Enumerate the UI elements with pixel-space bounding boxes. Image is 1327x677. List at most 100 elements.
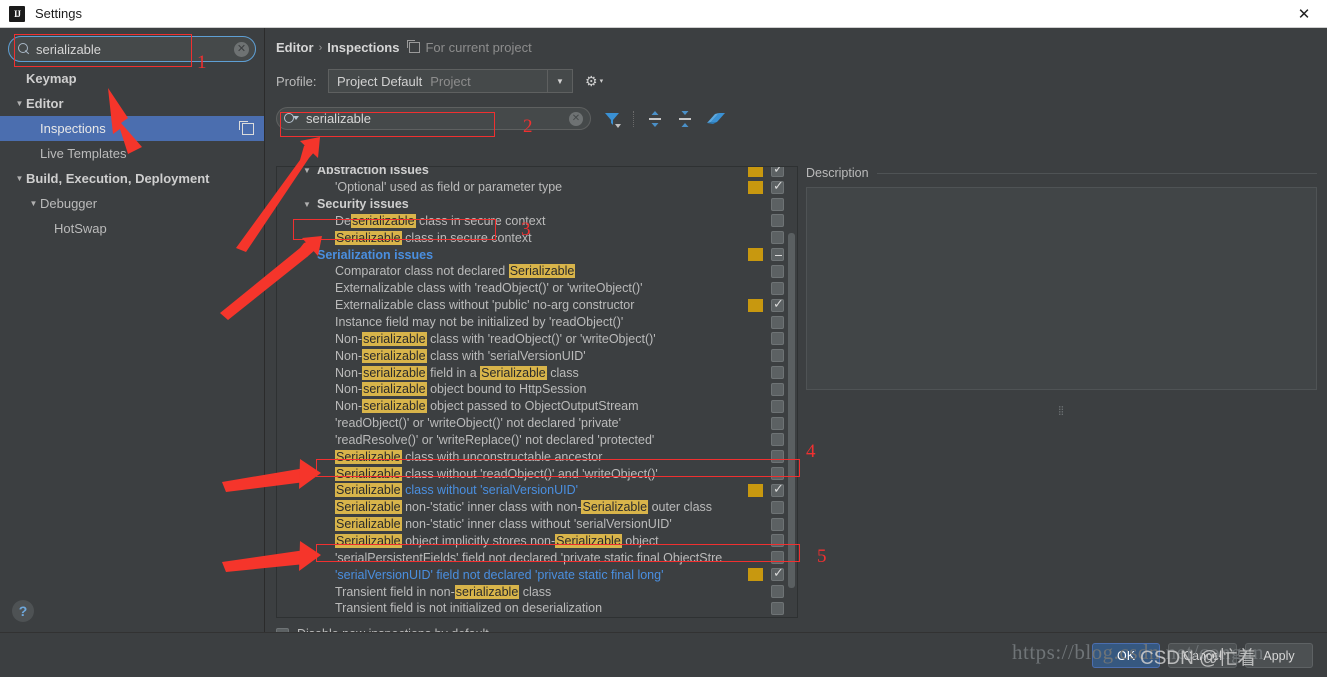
inspection-row[interactable]: Serializable class with unconstructable … [277, 448, 797, 465]
inspection-row[interactable]: Serializable non-'static' inner class wi… [277, 499, 797, 516]
inspection-enabled-checkbox[interactable] [771, 349, 784, 363]
inspection-enabled-checkbox[interactable] [771, 248, 784, 262]
inspection-enabled-checkbox[interactable] [771, 264, 784, 278]
inspection-enabled-checkbox[interactable] [771, 332, 784, 346]
inspection-row[interactable]: Deserializable class in secure context [277, 213, 797, 230]
inspection-enabled-checkbox[interactable] [771, 565, 784, 582]
toolbar-divider [633, 110, 634, 127]
inspection-list-scrollbar[interactable] [788, 233, 795, 588]
inspection-group-row[interactable]: ▼ Serialization issues [277, 246, 797, 263]
inspection-row[interactable]: Externalizable class with 'readObject()'… [277, 280, 797, 297]
inspection-enabled-checkbox[interactable] [771, 551, 784, 565]
chevron-down-icon[interactable]: ▼ [13, 99, 26, 108]
inspection-row[interactable]: Serializable class in secure context [277, 229, 797, 246]
profile-select[interactable]: Project Default Project ▼ [328, 69, 573, 93]
inspection-search-box[interactable]: ✕ [276, 107, 591, 130]
inspection-row[interactable]: Serializable non-'static' inner class wi… [277, 516, 797, 533]
inspection-row[interactable]: Instance field may not be initialized by… [277, 314, 797, 331]
chevron-down-icon[interactable]: ▼ [303, 250, 311, 259]
inspection-enabled-checkbox[interactable] [771, 366, 784, 380]
inspection-enabled-checkbox[interactable] [771, 467, 784, 481]
chevron-down-icon[interactable]: ▼ [303, 200, 311, 209]
inspection-row[interactable]: Serializable object implicitly stores no… [277, 533, 797, 550]
sidebar-item-keymap[interactable]: Keymap [0, 66, 264, 91]
chevron-down-icon[interactable]: ▼ [547, 70, 572, 92]
inspection-enabled-checkbox[interactable] [771, 197, 784, 211]
inspection-enabled-checkbox[interactable] [771, 231, 784, 245]
inspection-enabled-checkbox[interactable] [771, 382, 784, 396]
inspection-row[interactable]: Non-serializable field in a Serializable… [277, 364, 797, 381]
breadcrumb-root[interactable]: Editor [276, 40, 314, 55]
inspection-enabled-checkbox[interactable] [771, 167, 784, 177]
inspection-enabled-checkbox[interactable] [771, 481, 784, 497]
severity-swatch[interactable] [748, 483, 763, 497]
apply-button[interactable]: Apply [1245, 643, 1313, 668]
severity-swatch[interactable] [748, 298, 763, 312]
inspection-row[interactable]: Non-serializable class with 'serialVersi… [277, 347, 797, 364]
inspection-label: Deserializable class in secure context [335, 213, 546, 228]
sidebar-item-editor[interactable]: ▼ Editor [0, 91, 264, 116]
inspection-enabled-checkbox[interactable] [771, 601, 784, 615]
cancel-button[interactable]: Cancel [1168, 643, 1237, 668]
expand-all-icon[interactable] [646, 110, 664, 128]
sidebar-item-build-execution-deployment[interactable]: ▼ Build, Execution, Deployment [0, 166, 264, 191]
inspection-enabled-checkbox[interactable] [771, 500, 784, 514]
inspection-enabled-checkbox[interactable] [771, 214, 784, 228]
severity-swatch[interactable] [748, 568, 763, 582]
inspection-enabled-checkbox[interactable] [771, 585, 784, 599]
inspection-enabled-checkbox[interactable] [771, 178, 784, 194]
inspection-row[interactable]: Comparator class not declared Serializab… [277, 263, 797, 280]
reset-icon[interactable] [706, 110, 725, 128]
chevron-down-icon[interactable]: ▼ [13, 174, 26, 183]
inspection-enabled-checkbox[interactable] [771, 534, 784, 548]
inspection-row[interactable]: Non-serializable object bound to HttpSes… [277, 381, 797, 398]
inspection-row[interactable]: 'readResolve()' or 'writeReplace()' not … [277, 432, 797, 449]
close-icon[interactable]: ✕ [1281, 0, 1327, 27]
intellij-logo-icon: IJ [9, 5, 25, 22]
inspection-row[interactable]: 'serialPersistentFields' field not decla… [277, 549, 797, 566]
copy-icon[interactable] [239, 120, 254, 135]
inspection-enabled-checkbox[interactable] [771, 315, 784, 329]
severity-swatch[interactable] [748, 248, 763, 262]
sidebar-item-inspections[interactable]: Inspections [0, 116, 264, 141]
inspection-search-input[interactable] [306, 111, 517, 126]
help-icon[interactable]: ? [12, 600, 34, 622]
collapse-all-icon[interactable] [676, 110, 694, 128]
search-icon[interactable] [284, 112, 300, 125]
severity-swatch[interactable] [748, 167, 763, 177]
clear-search-icon[interactable]: ✕ [234, 41, 249, 57]
inspection-row[interactable]: Externalizable class without 'public' no… [277, 296, 797, 314]
inspection-row[interactable]: Transient field in non-serializable clas… [277, 583, 797, 600]
inspection-enabled-checkbox[interactable] [771, 450, 784, 464]
inspection-enabled-checkbox[interactable] [771, 296, 784, 312]
chevron-down-icon[interactable]: ▼ [27, 199, 40, 208]
inspection-row[interactable]: Serializable class without 'serialVersio… [277, 481, 797, 499]
filter-icon[interactable] [603, 110, 621, 128]
severity-swatch[interactable] [748, 180, 763, 194]
sidebar-item-hotswap[interactable]: HotSwap [0, 216, 264, 241]
search-input[interactable] [36, 41, 234, 57]
inspection-enabled-checkbox[interactable] [771, 399, 784, 413]
inspection-list[interactable]: ▼ Abstraction issues 'Optional' used as fi… [276, 166, 798, 618]
inspection-group-row[interactable]: ▼ Abstraction issues [277, 167, 797, 179]
clear-search-icon[interactable]: ✕ [569, 111, 583, 126]
inspection-enabled-checkbox[interactable] [771, 433, 784, 447]
gear-icon[interactable]: ⚙ ▾ [585, 73, 603, 90]
inspection-group-row[interactable]: ▼ Security issues [277, 196, 797, 213]
inspection-enabled-checkbox[interactable] [771, 517, 784, 531]
inspection-enabled-checkbox[interactable] [771, 281, 784, 295]
sidebar-item-live-templates[interactable]: Live Templates [0, 141, 264, 166]
resize-grip-icon[interactable]: ⣿ [1058, 405, 1066, 416]
inspection-row[interactable]: Non-serializable class with 'readObject(… [277, 330, 797, 347]
inspection-row[interactable]: Transient field is not initialized on de… [277, 600, 797, 617]
inspection-row[interactable]: Non-serializable object passed to Object… [277, 398, 797, 415]
sidebar-search-box[interactable]: ✕ [8, 36, 256, 62]
inspection-enabled-checkbox[interactable] [771, 416, 784, 430]
chevron-down-icon[interactable]: ▼ [303, 167, 311, 175]
inspection-row[interactable]: Serializable class without 'readObject()… [277, 465, 797, 482]
ok-button[interactable]: OK [1092, 643, 1161, 668]
inspection-row[interactable]: 'readObject()' or 'writeObject()' not de… [277, 415, 797, 432]
inspection-row[interactable]: 'serialVersionUID' field not declared 'p… [277, 565, 797, 583]
sidebar-item-debugger[interactable]: ▼ Debugger [0, 191, 264, 216]
inspection-row[interactable]: 'Optional' used as field or parameter ty… [277, 178, 797, 196]
